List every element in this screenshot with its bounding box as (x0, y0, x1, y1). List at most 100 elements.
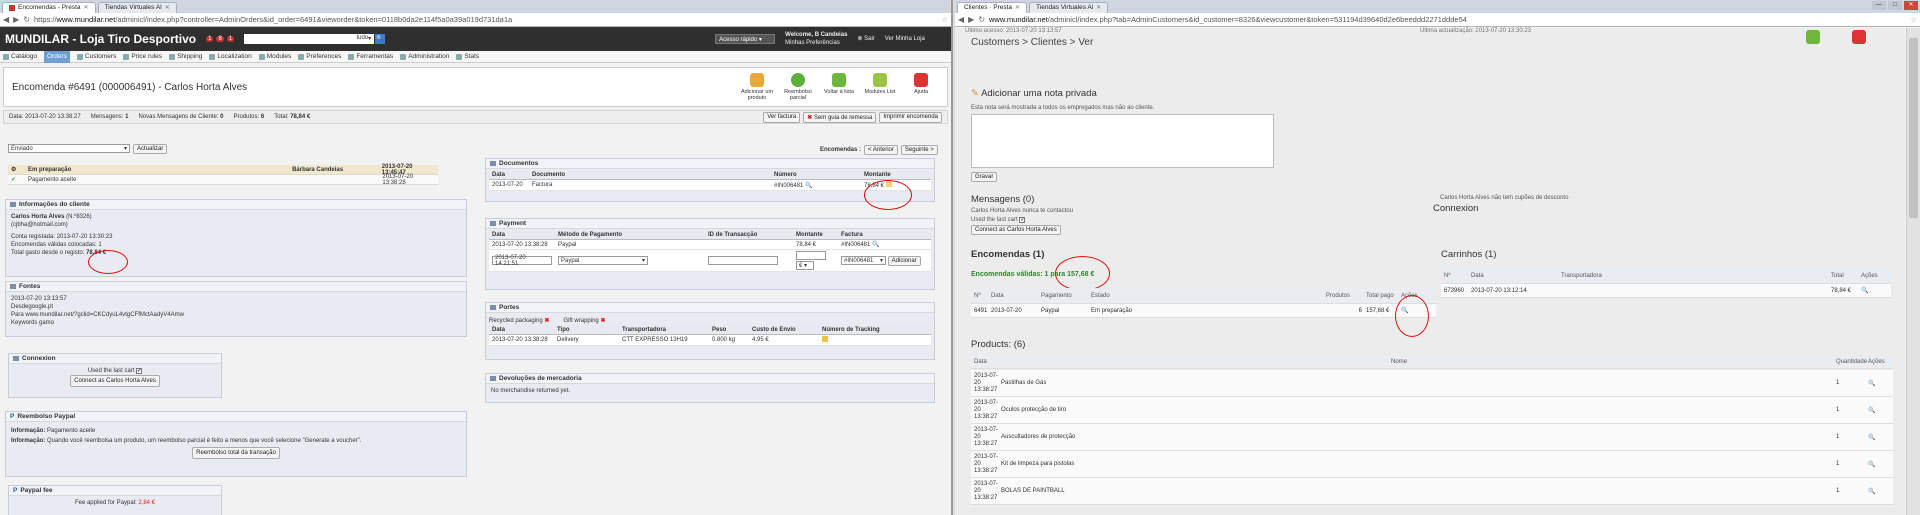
reload-icon[interactable]: ↻ (978, 15, 985, 24)
modules-icon (258, 53, 265, 60)
table-row[interactable]: 2013-07-20 13:38:27 Pastilhas de Gás 1 🔍 (971, 370, 1893, 397)
edit-tracking-icon[interactable] (822, 336, 828, 342)
preferences-link[interactable]: Minhas Preferências (785, 40, 840, 46)
table-row[interactable]: 2013-07-20 13:38:27 Oculos protecção de t… (971, 397, 1893, 424)
connect-as-customer-button[interactable]: Connect as Carlos Horta Alves (70, 375, 160, 387)
client-email[interactable]: (cjbha@hotmail.com) (11, 221, 461, 229)
left-tab-orders[interactable]: Encomendas - Presta ✕ (2, 2, 96, 13)
view-invoice-button[interactable]: Ver factura (763, 111, 801, 123)
search-input[interactable]: tudo ▾ (244, 34, 375, 44)
payment-date-input[interactable]: 2013-07-20 14:21:51 (492, 255, 552, 267)
breadcrumb-customers[interactable]: Customers (971, 37, 1019, 48)
print-order-button[interactable]: Imprimir encomenda (879, 111, 942, 123)
bookmark-star-icon[interactable]: ☆ (941, 15, 948, 24)
payment-method-select[interactable]: Paypal ▾ (558, 256, 648, 265)
forward-icon[interactable]: ▶ (13, 15, 19, 24)
back-to-list-button[interactable] (1795, 30, 1831, 46)
partial-refund-button[interactable]: Reembolso parcial (780, 73, 816, 101)
back-icon[interactable]: ◀ (958, 15, 964, 24)
right-tab-customers[interactable]: Clientes · Presta ✕ (957, 2, 1028, 13)
menu-administration[interactable]: Administration (400, 53, 449, 60)
product-quantity: 1 (1836, 407, 1840, 413)
forward-icon[interactable]: ▶ (968, 15, 974, 24)
reload-icon[interactable]: ↻ (23, 15, 30, 24)
view-cart-icon[interactable]: 🔍 (1861, 287, 1868, 294)
menu-preferences[interactable]: Preferences (298, 53, 341, 60)
menu-modules[interactable]: Modules (258, 53, 291, 60)
url-input[interactable]: www.mundilar.net/adminicl/index.php?tab=… (989, 15, 1906, 24)
close-tab-icon[interactable]: ✕ (165, 3, 170, 13)
menu-localization[interactable]: Localization (209, 53, 252, 60)
close-window-icon[interactable]: ✕ (1904, 1, 1918, 10)
view-product-icon[interactable]: 🔍 (1868, 461, 1875, 468)
amount-input[interactable] (796, 251, 826, 260)
table-row[interactable]: 673960 2013-07-20 13:12:14 78,84 € 🔍 (1441, 284, 1891, 298)
no-delivery-slip-button[interactable]: ✖ Sem guia de remessa (803, 111, 877, 123)
source-url[interactable]: Para www.mundilar.net/?gclid=CKCdyuL4vtg… (11, 311, 461, 319)
search-icon[interactable]: 🔍 (805, 183, 812, 189)
menu-tools[interactable]: Ferramentas (348, 53, 393, 60)
right-tab-tiendas[interactable]: Tiendas Virtuales Al ✕ (1029, 2, 1109, 13)
close-tab-icon[interactable]: ✕ (84, 3, 89, 13)
view-product-icon[interactable]: 🔍 (1868, 407, 1875, 414)
close-tab-icon[interactable]: ✕ (1015, 3, 1020, 13)
back-to-list-button[interactable]: Voltar à lista (821, 73, 857, 101)
search-icon[interactable]: 🔍 (375, 34, 386, 44)
menu-shipping[interactable]: Shipping (169, 53, 202, 60)
maximize-icon[interactable]: □ (1888, 1, 1902, 10)
menu-price-rules[interactable]: Price rules (123, 53, 162, 60)
next-order-button[interactable]: Seguinte > (900, 145, 938, 155)
right-scrollbar[interactable] (1906, 28, 1920, 515)
invoice-select[interactable]: #IN006481 ▾ (841, 256, 886, 265)
transaction-id-input[interactable] (708, 256, 778, 265)
sources-panel: Fontes 2013-07-20 13:13:57 Desdegoogle.p… (5, 281, 467, 337)
brand-title[interactable]: MUNDILAR - Loja Tiro Desportivo (5, 32, 196, 46)
menu-catalog[interactable]: Catálogo (3, 53, 37, 60)
close-tab-icon[interactable]: ✕ (1096, 3, 1101, 13)
full-refund-button[interactable]: Reembolso total da transação (192, 447, 280, 459)
currency-select[interactable]: € ▾ (796, 261, 814, 270)
search-icon[interactable]: 🔍 (872, 242, 879, 248)
table-row[interactable]: 2013-07-20 13:38:27 Auscultadores de prot… (971, 424, 1893, 451)
breadcrumb-clients[interactable]: Clientes (1031, 37, 1067, 48)
orders-badge[interactable]: 1 (206, 36, 214, 42)
help-button[interactable]: Ajuda (903, 73, 939, 101)
private-note-textarea[interactable] (971, 114, 1274, 168)
order-status-select[interactable]: Enviado ▾ (8, 144, 130, 153)
last-cart-checkbox[interactable]: ✔ (136, 368, 143, 374)
customers-icon (76, 53, 83, 60)
save-note-button[interactable]: Gravar (971, 172, 998, 182)
logout-link[interactable]: ⊗ Sair (857, 35, 874, 43)
view-shop-link[interactable]: Ver Minha Loja (885, 35, 925, 43)
order-date: 2013-07-20 13:38:27 (25, 114, 81, 120)
view-product-icon[interactable]: 🔍 (1868, 380, 1875, 387)
invoice-link[interactable]: #IN006481 (774, 183, 803, 189)
client-name[interactable]: Carlos Horta Alves (11, 214, 64, 220)
modules-list-button[interactable]: Modules List (862, 73, 898, 101)
add-payment-row: 2013-07-20 14:21:51 Paypal ▾ € ▾ #IN00648… (489, 249, 931, 272)
last-cart-checkbox[interactable]: ✔ (1019, 217, 1026, 223)
table-row[interactable]: 6491 2013-07-20 Paypal Em preparação 6 1… (971, 304, 1436, 318)
quick-access-select[interactable]: Acesso rápido ▾ (715, 34, 776, 44)
view-product-icon[interactable]: 🔍 (1868, 488, 1875, 495)
add-payment-button[interactable]: Adicionar (887, 255, 921, 266)
add-product-button[interactable]: Adicionar um produto (739, 73, 775, 101)
menu-orders[interactable]: Orders (44, 50, 70, 63)
connect-as-customer-button[interactable]: Connect as Carlos Horta Alves (971, 225, 1061, 235)
menu-stats[interactable]: Stats (456, 53, 479, 60)
menu-customers[interactable]: Customers (76, 53, 116, 60)
left-tab-tiendas[interactable]: Tiendas Virtuales Al ✕ (97, 2, 177, 13)
view-product-icon[interactable]: 🔍 (1868, 434, 1875, 441)
bookmark-star-icon[interactable]: ☆ (1910, 15, 1917, 24)
table-row[interactable]: 2013-07-20 13:38:27 BOLAS DE PAINTBALL 1 🔍 (971, 478, 1893, 505)
back-icon[interactable]: ◀ (3, 15, 9, 24)
url-input[interactable]: https://www.mundilar.net/adminicl/index.… (34, 15, 937, 24)
minimize-icon[interactable]: — (1872, 1, 1886, 10)
help-button[interactable] (1841, 30, 1877, 46)
table-row[interactable]: 2013-07-20 13:38:27 Kit de limpeza para p… (971, 451, 1893, 478)
update-status-button[interactable]: Actualizar (133, 144, 168, 154)
customers-badge[interactable]: 8 (216, 36, 224, 42)
messages-badge[interactable]: 1 (226, 36, 235, 42)
scrollbar-thumb[interactable] (1909, 38, 1918, 218)
previous-order-button[interactable]: < Anterior (864, 145, 898, 155)
